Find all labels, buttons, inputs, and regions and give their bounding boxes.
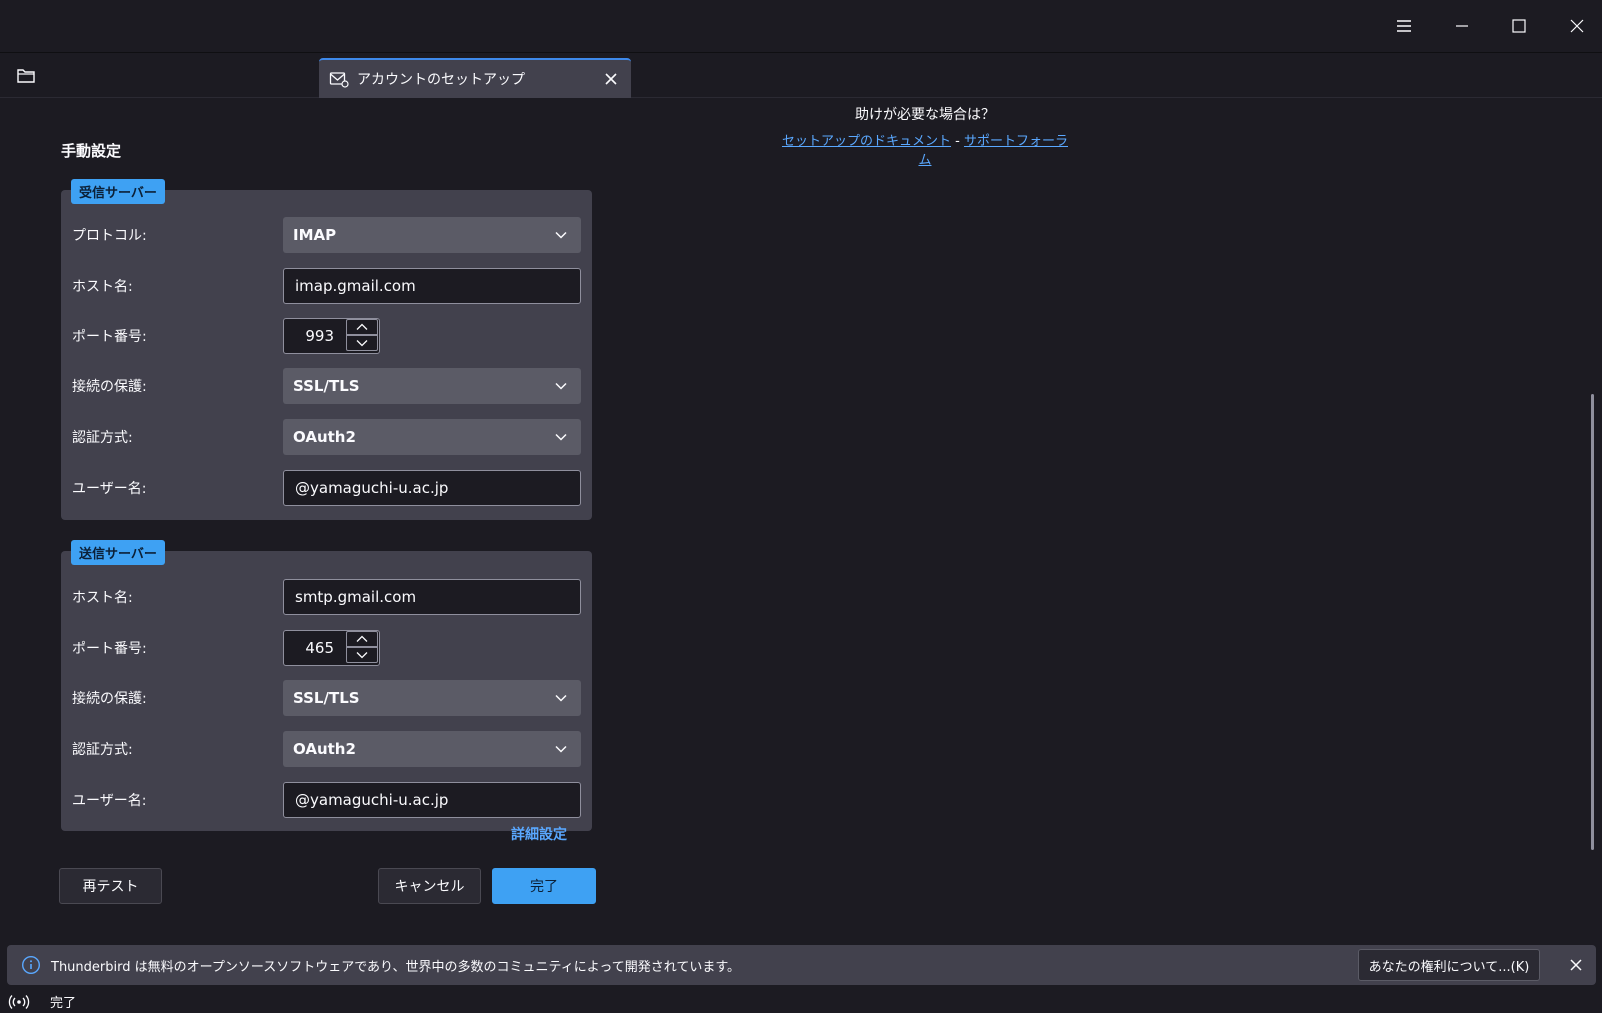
- help-separator: -: [955, 134, 960, 149]
- maximize-icon[interactable]: [1497, 8, 1541, 44]
- port-decrement-icon[interactable]: [346, 647, 378, 663]
- chevron-down-icon: [555, 231, 567, 239]
- protocol-label: プロトコル:: [72, 228, 147, 244]
- close-icon[interactable]: [1555, 8, 1599, 44]
- minimize-icon[interactable]: [1440, 8, 1484, 44]
- hamburger-menu-icon[interactable]: [1382, 8, 1426, 44]
- outgoing-user-row: ユーザー名: @yamaguchi-u.ac.jp: [61, 782, 592, 818]
- incoming-port-stepper[interactable]: 993: [283, 318, 380, 354]
- done-button[interactable]: 完了: [492, 868, 596, 904]
- help-section: 助けが必要な場合は？ セットアップのドキュメント - サポートフォーラム: [780, 104, 1070, 168]
- retest-button[interactable]: 再テスト: [59, 868, 162, 904]
- auth-value: OAuth2: [293, 428, 356, 446]
- port-increment-icon[interactable]: [346, 631, 378, 647]
- outgoing-host-row: ホスト名: smtp.gmail.com: [61, 579, 592, 615]
- incoming-host-row: ホスト名: imap.gmail.com: [61, 268, 592, 304]
- port-decrement-icon[interactable]: [346, 335, 378, 351]
- port-label: ポート番号:: [72, 641, 147, 657]
- incoming-host-input[interactable]: imap.gmail.com: [283, 268, 581, 304]
- protocol-value: IMAP: [293, 226, 337, 244]
- tab-label: アカウントのセットアップ: [357, 72, 525, 88]
- tab-close-icon[interactable]: [601, 69, 621, 89]
- setup-docs-link[interactable]: セットアップのドキュメント: [782, 134, 951, 149]
- outgoing-port-row: ポート番号: 465: [61, 630, 592, 666]
- chevron-down-icon: [555, 745, 567, 753]
- status-bar: 完了: [0, 990, 1602, 1013]
- outgoing-username-input[interactable]: @yamaguchi-u.ac.jp: [283, 782, 581, 818]
- outgoing-auth-select[interactable]: OAuth2: [283, 731, 581, 767]
- tab-strip: アカウントのセットアップ: [0, 53, 1602, 98]
- incoming-user-row: ユーザー名: @yamaguchi-u.ac.jp: [61, 470, 592, 506]
- status-text: 完了: [50, 996, 77, 1011]
- advanced-config-link[interactable]: 詳細設定: [511, 824, 567, 844]
- cancel-button[interactable]: キャンセル: [378, 868, 481, 904]
- notification-close-icon[interactable]: [1564, 953, 1588, 977]
- security-label: 接続の保護:: [72, 691, 147, 707]
- outgoing-host-input[interactable]: smtp.gmail.com: [283, 579, 581, 615]
- chevron-down-icon: [555, 433, 567, 441]
- title-bar: [0, 0, 1602, 53]
- auth-label: 認証方式:: [72, 430, 133, 446]
- incoming-auth-select[interactable]: OAuth2: [283, 419, 581, 455]
- incoming-protocol-row: プロトコル: IMAP: [61, 217, 592, 253]
- host-label: ホスト名:: [72, 279, 133, 295]
- help-links: セットアップのドキュメント - サポートフォーラム: [780, 130, 1070, 168]
- incoming-port-row: ポート番号: 993: [61, 318, 592, 354]
- incoming-security-select[interactable]: SSL/TLS: [283, 368, 581, 404]
- outgoing-auth-row: 認証方式: OAuth2: [61, 731, 592, 767]
- outgoing-server-legend: 送信サーバー: [71, 540, 165, 565]
- chevron-down-icon: [555, 382, 567, 390]
- info-icon: [21, 955, 41, 975]
- user-label: ユーザー名:: [72, 481, 147, 497]
- incoming-security-row: 接続の保護: SSL/TLS: [61, 368, 592, 404]
- incoming-protocol-select[interactable]: IMAP: [283, 217, 581, 253]
- account-setup-content: 助けが必要な場合は？ セットアップのドキュメント - サポートフォーラム 手動設…: [0, 98, 1602, 935]
- auth-label: 認証方式:: [72, 742, 133, 758]
- help-title: 助けが必要な場合は？: [855, 107, 995, 123]
- outgoing-port-stepper[interactable]: 465: [283, 630, 380, 666]
- port-value: 465: [305, 639, 334, 657]
- incoming-username-input[interactable]: @yamaguchi-u.ac.jp: [283, 470, 581, 506]
- notification-bar: Thunderbird は無料のオープンソースソフトウェアであり、世界中の多数の…: [7, 945, 1596, 985]
- outgoing-security-select[interactable]: SSL/TLS: [283, 680, 581, 716]
- auth-value: OAuth2: [293, 740, 356, 758]
- port-increment-icon[interactable]: [346, 319, 378, 335]
- incoming-server-legend: 受信サーバー: [71, 179, 165, 204]
- host-label: ホスト名:: [72, 590, 133, 606]
- notification-text: Thunderbird は無料のオープンソースソフトウェアであり、世界中の多数の…: [51, 959, 741, 975]
- port-label: ポート番号:: [72, 329, 147, 345]
- outgoing-server-fieldset: 送信サーバー ホスト名: smtp.gmail.com ポート番号: 465 接…: [61, 540, 592, 831]
- security-label: 接続の保護:: [72, 379, 147, 395]
- port-value: 993: [305, 327, 334, 345]
- security-value: SSL/TLS: [293, 689, 360, 707]
- online-status-icon[interactable]: [8, 993, 30, 1011]
- tab-account-setup[interactable]: アカウントのセットアップ: [319, 58, 631, 98]
- user-label: ユーザー名:: [72, 793, 147, 809]
- chevron-down-icon: [555, 694, 567, 702]
- manual-config-title: 手動設定: [61, 142, 122, 160]
- incoming-auth-row: 認証方式: OAuth2: [61, 419, 592, 455]
- security-value: SSL/TLS: [293, 377, 360, 395]
- outgoing-security-row: 接続の保護: SSL/TLS: [61, 680, 592, 716]
- incoming-server-fieldset: 受信サーバー プロトコル: IMAP ホスト名: imap.gmail.com …: [61, 179, 592, 520]
- scrollbar[interactable]: [1591, 394, 1594, 850]
- mail-setup-icon: [329, 69, 349, 89]
- your-rights-button[interactable]: あなたの権利について...(K): [1358, 949, 1540, 981]
- folder-icon[interactable]: [14, 65, 38, 87]
